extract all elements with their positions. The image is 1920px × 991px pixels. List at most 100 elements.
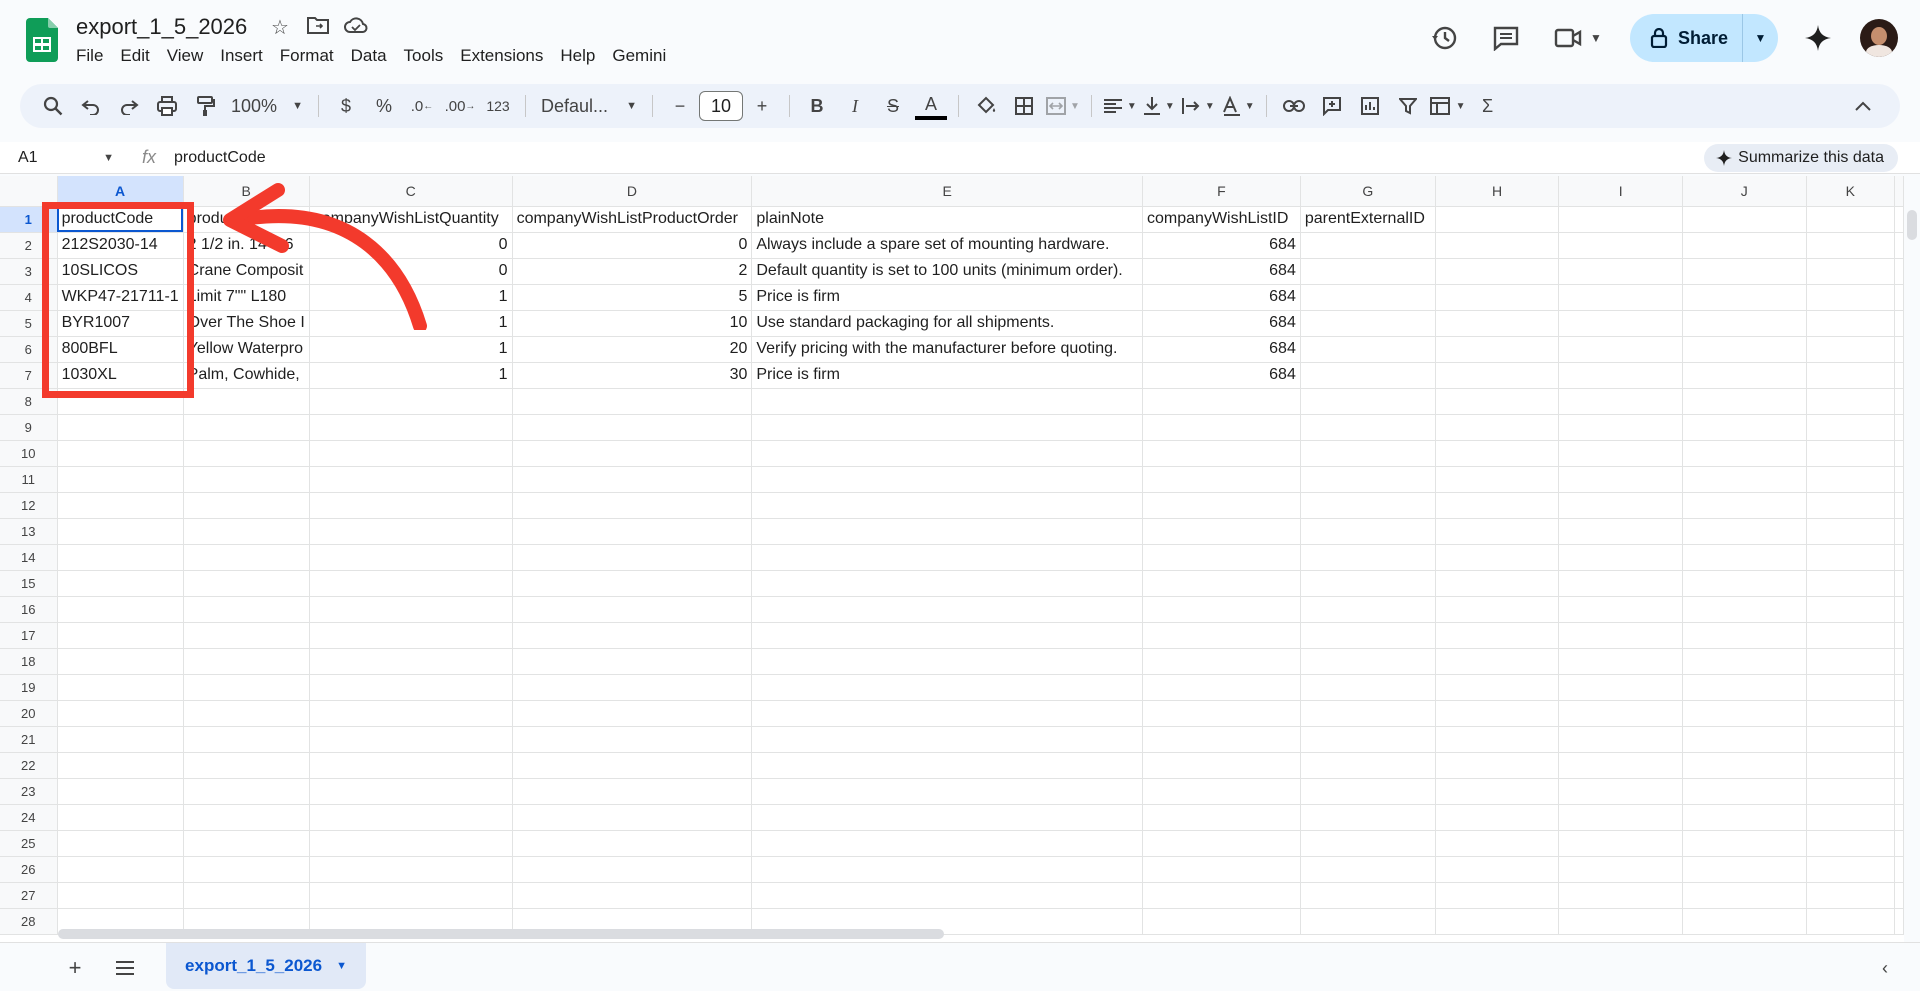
cell-g1[interactable]: parentExternalID <box>1300 206 1436 233</box>
cell-g14[interactable] <box>1300 544 1436 571</box>
add-sheet-icon[interactable]: + <box>58 951 92 985</box>
cell-g13[interactable] <box>1300 518 1436 545</box>
cell-d4[interactable]: 5 <box>512 284 753 311</box>
cell-b11[interactable] <box>183 466 310 493</box>
cell-k9[interactable] <box>1806 414 1895 441</box>
row-header[interactable]: 23 <box>0 778 58 805</box>
cell-i23[interactable] <box>1558 778 1683 805</box>
row-header[interactable]: 22 <box>0 752 58 779</box>
menu-file[interactable]: File <box>76 46 112 66</box>
cell-d7[interactable]: 30 <box>512 362 753 389</box>
column-header-j[interactable]: J <box>1682 176 1807 207</box>
cell-h22[interactable] <box>1435 752 1560 779</box>
row-header[interactable]: 15 <box>0 570 58 597</box>
cell-i20[interactable] <box>1558 700 1683 727</box>
cell-i2[interactable] <box>1558 232 1683 259</box>
cell-e12[interactable] <box>751 492 1144 519</box>
document-title[interactable]: export_1_5_2026 <box>76 14 247 40</box>
row-header[interactable]: 19 <box>0 674 58 701</box>
cell-k1[interactable] <box>1806 206 1895 233</box>
functions-button[interactable]: Σ <box>1472 90 1504 122</box>
cell-g20[interactable] <box>1300 700 1436 727</box>
cell-d22[interactable] <box>512 752 753 779</box>
menu-format[interactable]: Format <box>280 46 343 66</box>
cell-b13[interactable] <box>183 518 310 545</box>
cell-h1[interactable] <box>1435 206 1560 233</box>
cell-j3[interactable] <box>1682 258 1807 285</box>
cell-h16[interactable] <box>1435 596 1560 623</box>
row-header[interactable]: 9 <box>0 414 58 441</box>
summarize-data-button[interactable]: Summarize this data <box>1704 144 1898 172</box>
cell-c21[interactable] <box>309 726 513 753</box>
row-header[interactable]: 26 <box>0 856 58 883</box>
cell-d9[interactable] <box>512 414 753 441</box>
cell-a19[interactable] <box>57 674 184 701</box>
cell-j19[interactable] <box>1682 674 1807 701</box>
cell-k6[interactable] <box>1806 336 1895 363</box>
cell-e7[interactable]: Price is firm <box>751 362 1144 389</box>
cell-b23[interactable] <box>183 778 310 805</box>
cell-j1[interactable] <box>1682 206 1807 233</box>
cell-b24[interactable] <box>183 804 310 831</box>
cell-g25[interactable] <box>1300 830 1436 857</box>
strikethrough-button[interactable]: S <box>877 90 909 122</box>
cell-b12[interactable] <box>183 492 310 519</box>
cell-j7[interactable] <box>1682 362 1807 389</box>
cell-k27[interactable] <box>1806 882 1895 909</box>
cell-b25[interactable] <box>183 830 310 857</box>
cell-g6[interactable] <box>1300 336 1436 363</box>
cell-i22[interactable] <box>1558 752 1683 779</box>
cell-c14[interactable] <box>309 544 513 571</box>
cell-c13[interactable] <box>309 518 513 545</box>
cell-h9[interactable] <box>1435 414 1560 441</box>
cell-j21[interactable] <box>1682 726 1807 753</box>
cell-a15[interactable] <box>57 570 184 597</box>
cell-f22[interactable] <box>1142 752 1301 779</box>
cell-e3[interactable]: Default quantity is set to 100 units (mi… <box>751 258 1144 285</box>
cell-d11[interactable] <box>512 466 753 493</box>
cell-b22[interactable] <box>183 752 310 779</box>
cell-j2[interactable] <box>1682 232 1807 259</box>
cell-e14[interactable] <box>751 544 1144 571</box>
text-rotation-icon[interactable]: ▼ <box>1221 90 1255 122</box>
cell-i8[interactable] <box>1558 388 1683 415</box>
cell-e13[interactable] <box>751 518 1144 545</box>
cell-c9[interactable] <box>309 414 513 441</box>
cell-a12[interactable] <box>57 492 184 519</box>
cell-d16[interactable] <box>512 596 753 623</box>
cell-j4[interactable] <box>1682 284 1807 311</box>
cell-d24[interactable] <box>512 804 753 831</box>
cell-h2[interactable] <box>1435 232 1560 259</box>
cell-j10[interactable] <box>1682 440 1807 467</box>
format-percent-button[interactable]: % <box>368 90 400 122</box>
menu-extensions[interactable]: Extensions <box>460 46 552 66</box>
cell-j28[interactable] <box>1682 908 1807 935</box>
cell-d15[interactable] <box>512 570 753 597</box>
cloud-saved-icon[interactable] <box>344 16 368 40</box>
star-icon[interactable]: ☆ <box>268 16 292 40</box>
cell-i24[interactable] <box>1558 804 1683 831</box>
cell-i26[interactable] <box>1558 856 1683 883</box>
cell-a14[interactable] <box>57 544 184 571</box>
cell-d20[interactable] <box>512 700 753 727</box>
cell-g22[interactable] <box>1300 752 1436 779</box>
cell-a13[interactable] <box>57 518 184 545</box>
cell-f11[interactable] <box>1142 466 1301 493</box>
cell-f28[interactable] <box>1142 908 1301 935</box>
cell-f16[interactable] <box>1142 596 1301 623</box>
cell-f17[interactable] <box>1142 622 1301 649</box>
cell-h20[interactable] <box>1435 700 1560 727</box>
cell-j5[interactable] <box>1682 310 1807 337</box>
cell-g24[interactable] <box>1300 804 1436 831</box>
cell-f23[interactable] <box>1142 778 1301 805</box>
menu-data[interactable]: Data <box>351 46 396 66</box>
vertical-align-icon[interactable]: ▼ <box>1143 90 1175 122</box>
name-box[interactable]: A1 ▼ <box>0 149 120 167</box>
cell-j16[interactable] <box>1682 596 1807 623</box>
cell-j26[interactable] <box>1682 856 1807 883</box>
cell-f21[interactable] <box>1142 726 1301 753</box>
cell-d19[interactable] <box>512 674 753 701</box>
cell-k13[interactable] <box>1806 518 1895 545</box>
column-header-i[interactable]: I <box>1558 176 1683 207</box>
cell-g18[interactable] <box>1300 648 1436 675</box>
